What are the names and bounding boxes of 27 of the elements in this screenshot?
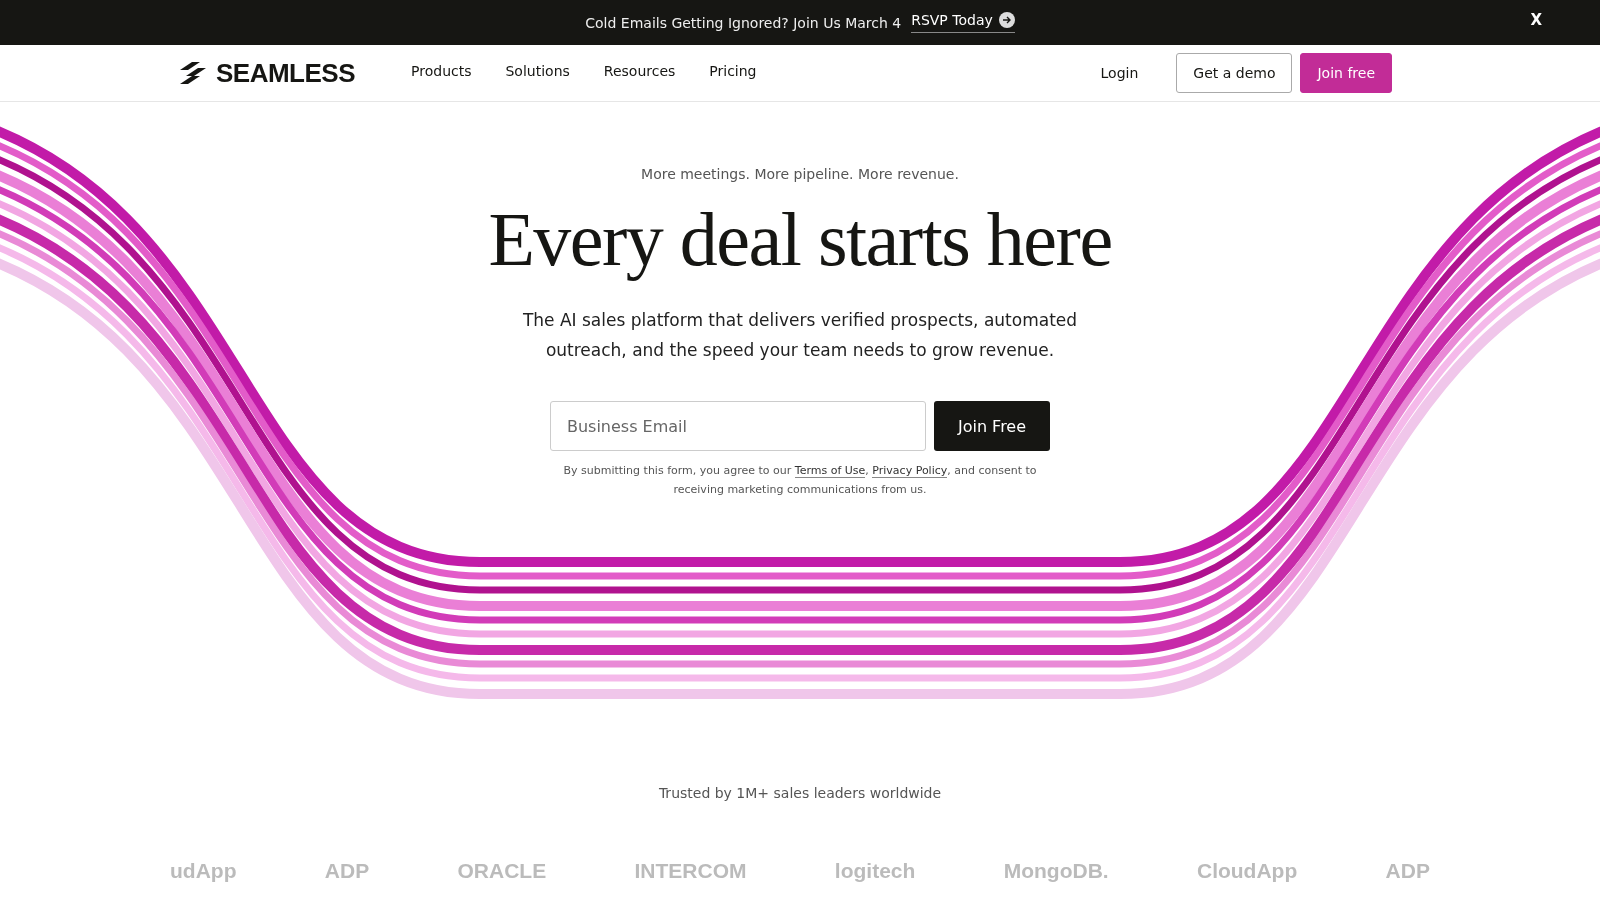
company-logo: ADP <box>1385 859 1430 883</box>
login-link[interactable]: Login <box>1100 65 1139 81</box>
join-free-button[interactable]: Join Free <box>933 401 1051 451</box>
close-button[interactable]: X <box>1524 10 1548 30</box>
hero-title: Every deal starts here <box>488 196 1112 283</box>
hero-subtitle: The AI sales platform that delivers verified prospects, automated outreach, and the speed your team needs to grow revenue. <box>521 309 1079 362</box>
join-button[interactable]: Join free <box>1300 53 1392 93</box>
company-logo: CloudApp <box>1196 859 1298 883</box>
nav-link[interactable]: Pricing <box>709 63 757 79</box>
company-logo: MongoDB. <box>1003 859 1109 883</box>
disclaimer-text: By submitting this form, you agree to our Terms of Use, Privacy Policy, and consent to receiving marketing communications from us. <box>562 463 1038 498</box>
trusted-caption: Trusted by 1M+ sales leaders worldwide <box>658 785 942 801</box>
company-logo: ADP <box>324 859 370 883</box>
email-field[interactable]: Business Email <box>549 401 926 451</box>
demo-button[interactable]: Get a demo <box>1176 53 1293 93</box>
rsvp-link[interactable]: RSVP Today <box>911 12 1015 33</box>
nav-link[interactable]: Solutions <box>505 63 570 79</box>
brand-logo[interactable]: SEAMLESS <box>216 57 356 89</box>
nav-link[interactable]: Resources <box>603 63 676 79</box>
announcement-text: Cold Emails Getting Ignored? Join Us March 4 <box>585 14 902 31</box>
policy-link[interactable]: Privacy Policy <box>872 464 948 478</box>
company-logo: INTERCOM <box>634 859 747 883</box>
company-logo: udApp <box>170 859 237 883</box>
nav-link[interactable]: Products <box>411 63 472 79</box>
eyebrow-text: More meetings. More pipeline. More revenue. <box>641 166 959 182</box>
company-logo: logitech <box>834 859 916 883</box>
company-logo: ORACLE <box>457 859 547 883</box>
